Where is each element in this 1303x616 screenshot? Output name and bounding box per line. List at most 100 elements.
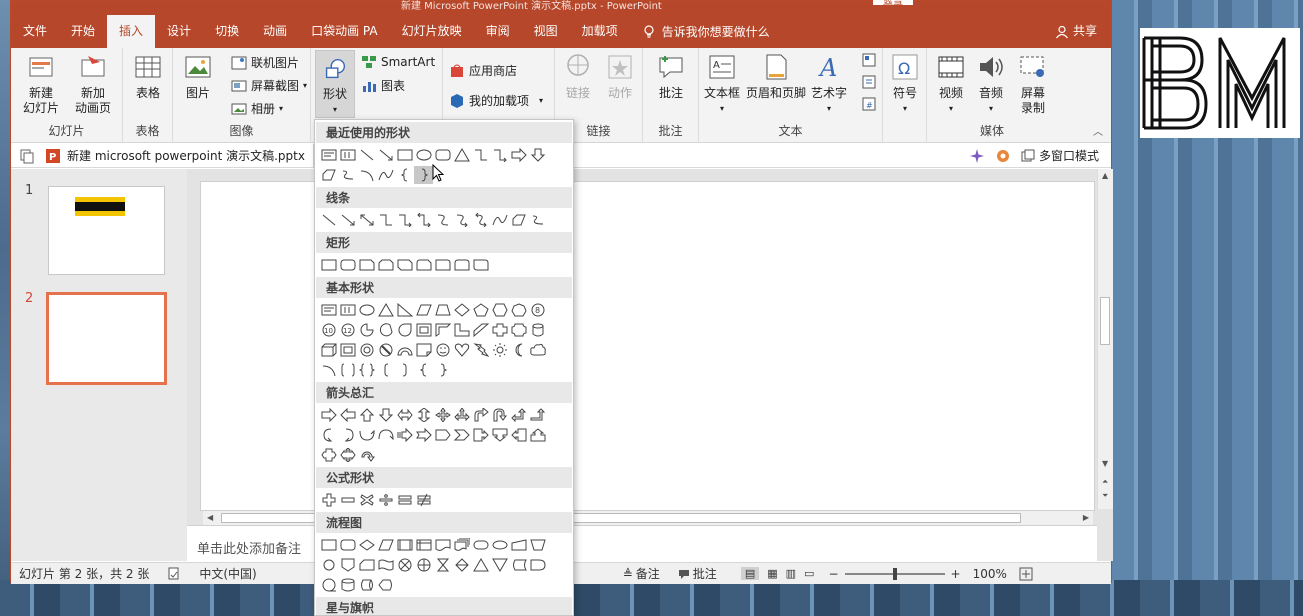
double-brace-shape-icon[interactable] xyxy=(357,361,376,379)
online-pictures-button[interactable]: 联机图片 xyxy=(231,54,299,71)
flowchart-magnetic-disk-shape-icon[interactable] xyxy=(338,576,357,594)
flowchart-multidocument-shape-icon[interactable] xyxy=(452,536,471,554)
up-arrow-callout-shape-icon[interactable] xyxy=(528,426,547,444)
bent-arrow-shape-icon[interactable] xyxy=(471,406,490,424)
flowchart-collate-shape-icon[interactable] xyxy=(433,556,452,574)
video-button[interactable]: 视频 ▾ xyxy=(931,52,971,116)
slide-thumbnail-1[interactable] xyxy=(48,186,165,275)
right-arrow-callout-shape-icon[interactable] xyxy=(471,426,490,444)
line-shape-icon[interactable] xyxy=(357,146,376,164)
down-arrow-callout-shape-icon[interactable] xyxy=(490,426,509,444)
flowchart-delay-shape-icon[interactable] xyxy=(528,556,547,574)
arrow-line-shape-icon[interactable] xyxy=(376,146,395,164)
snip-same-side-rect-shape-icon[interactable] xyxy=(376,256,395,274)
wordart-button[interactable]: A 艺术字 ▾ xyxy=(809,52,849,116)
left-up-arrow-shape-icon[interactable] xyxy=(509,406,528,424)
slideshow-icon[interactable]: ▭ xyxy=(804,567,814,580)
snip-round-rect-shape-icon[interactable] xyxy=(414,256,433,274)
moon-shape-icon[interactable] xyxy=(509,341,528,359)
sun-shape-icon[interactable] xyxy=(490,341,509,359)
teardrop-shape-icon[interactable] xyxy=(395,321,414,339)
action-button[interactable]: 动作 xyxy=(601,52,639,101)
flowchart-direct-access-storage-shape-icon[interactable] xyxy=(357,576,376,594)
curve-shape-icon[interactable] xyxy=(490,211,509,229)
store-button[interactable]: 应用商店 xyxy=(449,62,517,79)
status-notes-button[interactable]: ≜ 备注 xyxy=(623,565,660,582)
round-same-side-rect-shape-icon[interactable] xyxy=(452,256,471,274)
minus-shape-icon[interactable] xyxy=(338,491,357,509)
share-button[interactable]: 共享 xyxy=(1055,15,1097,48)
quad-arrow-callout-shape-icon[interactable] xyxy=(338,446,357,464)
left-right-arrow-shape-icon[interactable] xyxy=(395,406,414,424)
flowchart-document-shape-icon[interactable] xyxy=(433,536,452,554)
header-footer-button[interactable]: 页眉和页脚 xyxy=(745,52,807,101)
curved-left-arrow-shape-icon[interactable] xyxy=(338,426,357,444)
diagonal-stripe-shape-icon[interactable] xyxy=(471,321,490,339)
reading-view-icon[interactable]: ▥ xyxy=(786,567,796,580)
no-symbol-shape-icon[interactable] xyxy=(376,341,395,359)
flowchart-merge-shape-icon[interactable] xyxy=(490,556,509,574)
elbow-arrow-shape-icon[interactable] xyxy=(395,211,414,229)
zoom-level[interactable]: 100% xyxy=(973,567,1007,581)
zoom-in-icon[interactable]: + xyxy=(951,567,961,581)
prev-slide-icon[interactable]: ⏶ xyxy=(1102,477,1108,487)
right-brace-shape-icon[interactable] xyxy=(414,166,433,184)
right-triangle-shape-icon[interactable] xyxy=(395,301,414,319)
tab-addins[interactable]: 加载项 xyxy=(570,15,630,48)
folded-corner-shape-icon[interactable] xyxy=(414,341,433,359)
textbox-button[interactable]: A 文本框 ▾ xyxy=(701,52,743,116)
next-slide-icon[interactable]: ⏷ xyxy=(1102,491,1108,501)
album-button[interactable]: 相册 ▾ xyxy=(231,100,283,117)
smartart-button[interactable]: SmartArt xyxy=(361,54,435,70)
flowchart-or-shape-icon[interactable] xyxy=(414,556,433,574)
chart-button[interactable]: 图表 xyxy=(361,77,405,94)
bevel-shape-icon[interactable] xyxy=(338,341,357,359)
datetime-icon[interactable] xyxy=(861,74,877,90)
table-button[interactable]: 表格 xyxy=(131,52,165,101)
normal-view-icon[interactable]: ▤ xyxy=(740,567,760,580)
scroll-left-icon[interactable]: ◀ xyxy=(207,513,213,522)
flowchart-internal-storage-shape-icon[interactable] xyxy=(414,536,433,554)
bent-up-arrow-shape-icon[interactable] xyxy=(528,406,547,424)
chord-shape-icon[interactable] xyxy=(376,321,395,339)
flowchart-extract-shape-icon[interactable] xyxy=(471,556,490,574)
flowchart-summing-junction-shape-icon[interactable] xyxy=(395,556,414,574)
pentagon-shape-icon[interactable] xyxy=(471,301,490,319)
flowchart-process-shape-icon[interactable] xyxy=(319,536,338,554)
scroll-up-icon[interactable]: ▲ xyxy=(1102,171,1108,180)
pentagon-arrow-shape-icon[interactable] xyxy=(433,426,452,444)
left-right-arrow-callout-shape-icon[interactable] xyxy=(319,446,338,464)
left-arrow-callout-shape-icon[interactable] xyxy=(509,426,528,444)
cloud-shape-icon[interactable] xyxy=(528,341,547,359)
flowchart-stored-data-shape-icon[interactable] xyxy=(509,556,528,574)
freeform-shape-icon[interactable] xyxy=(509,211,528,229)
curve-shape-icon[interactable] xyxy=(376,166,395,184)
arc-shape-icon[interactable] xyxy=(357,166,376,184)
striped-right-arrow-shape-icon[interactable] xyxy=(395,426,414,444)
flowchart-connector-shape-icon[interactable] xyxy=(319,556,338,574)
object-icon[interactable] xyxy=(861,52,877,68)
zoom-out-icon[interactable]: − xyxy=(828,567,838,581)
flowchart-predefined-process-shape-icon[interactable] xyxy=(395,536,414,554)
spellcheck-icon[interactable] xyxy=(167,567,181,581)
elbow-double-arrow-shape-icon[interactable] xyxy=(414,211,433,229)
tell-me-box[interactable]: 告诉我你想要做什么 xyxy=(642,23,770,40)
left-bracket-shape-icon[interactable] xyxy=(376,361,395,379)
zoom-slider[interactable] xyxy=(844,567,945,580)
flowchart-sort-shape-icon[interactable] xyxy=(452,556,471,574)
tab-file[interactable]: 文件 xyxy=(11,15,59,48)
zoom-slider-thumb[interactable] xyxy=(892,567,897,580)
half-frame-shape-icon[interactable] xyxy=(433,321,452,339)
can-shape-icon[interactable] xyxy=(528,321,547,339)
double-arrow-line-shape-icon[interactable] xyxy=(357,211,376,229)
hexagon-shape-icon[interactable] xyxy=(490,301,509,319)
scroll-thumb[interactable] xyxy=(1100,297,1110,345)
screenshot-button[interactable]: 屏幕截图 ▾ xyxy=(231,77,307,94)
multiply-shape-icon[interactable] xyxy=(357,491,376,509)
rectangle-shape-icon[interactable] xyxy=(319,256,338,274)
curved-arrow-connector-shape-icon[interactable] xyxy=(452,211,471,229)
comment-button[interactable]: 批注 xyxy=(651,52,691,101)
screen-record-button[interactable]: 屏幕 录制 xyxy=(1013,52,1053,116)
slide-number-icon[interactable]: # xyxy=(861,96,877,112)
flowchart-manual-input-shape-icon[interactable] xyxy=(509,536,528,554)
